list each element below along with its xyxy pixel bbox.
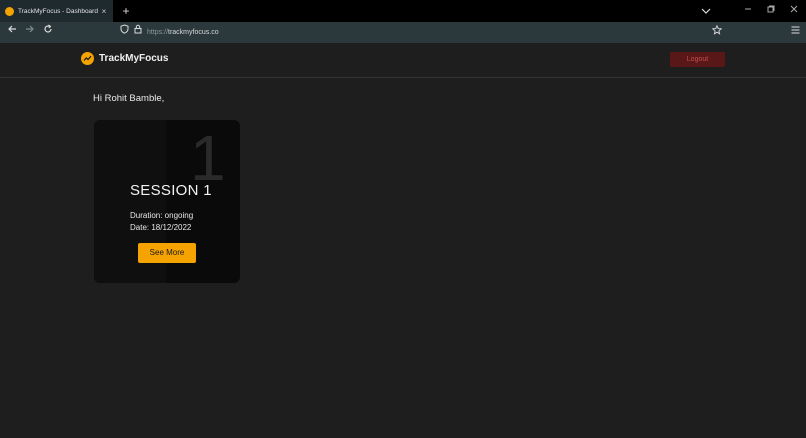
reload-icon[interactable]: [40, 24, 56, 40]
session-card: 1 SESSION 1 Duration: ongoing Date: 18/1…: [94, 120, 240, 283]
greeting: Hi Rohit Bamble,: [93, 93, 165, 104]
tab-title: TrackMyFocus - Dashboard: [18, 7, 98, 15]
forward-icon[interactable]: [22, 24, 38, 40]
back-icon[interactable]: [4, 24, 20, 40]
site-header: TrackMyFocus Logout: [0, 43, 806, 78]
tab-bar: TrackMyFocus - Dashboard × +: [0, 0, 806, 22]
see-more-button[interactable]: See More: [138, 243, 196, 263]
logout-button[interactable]: Logout: [670, 52, 725, 67]
minimize-icon[interactable]: [740, 3, 756, 19]
close-window-icon[interactable]: [786, 3, 802, 19]
brand-name: TrackMyFocus: [99, 53, 169, 64]
lock-icon[interactable]: [130, 24, 146, 40]
restore-icon[interactable]: [763, 3, 779, 19]
favicon-icon: [5, 6, 14, 16]
session-title: SESSION 1: [130, 182, 212, 199]
address-bar[interactable]: https://trackmyfocus.co: [147, 27, 219, 38]
navigation-toolbar: https://trackmyfocus.co: [0, 22, 806, 43]
session-date: Date: 18/12/2022: [130, 223, 192, 232]
hamburger-menu-icon[interactable]: [788, 25, 802, 39]
star-icon[interactable]: [710, 24, 724, 39]
url-scheme: https://: [147, 29, 169, 36]
new-tab-button[interactable]: +: [119, 3, 133, 19]
tab-close-icon[interactable]: ×: [100, 7, 108, 16]
session-number: 1: [190, 122, 226, 194]
session-duration: Duration: ongoing: [130, 211, 194, 220]
tab-dashboard[interactable]: TrackMyFocus - Dashboard ×: [0, 0, 113, 22]
chevron-down-icon[interactable]: [700, 4, 712, 18]
url-host: trackmyfocus.co: [168, 29, 219, 36]
trend-logo-icon: [81, 52, 94, 65]
brand[interactable]: TrackMyFocus: [81, 52, 168, 65]
